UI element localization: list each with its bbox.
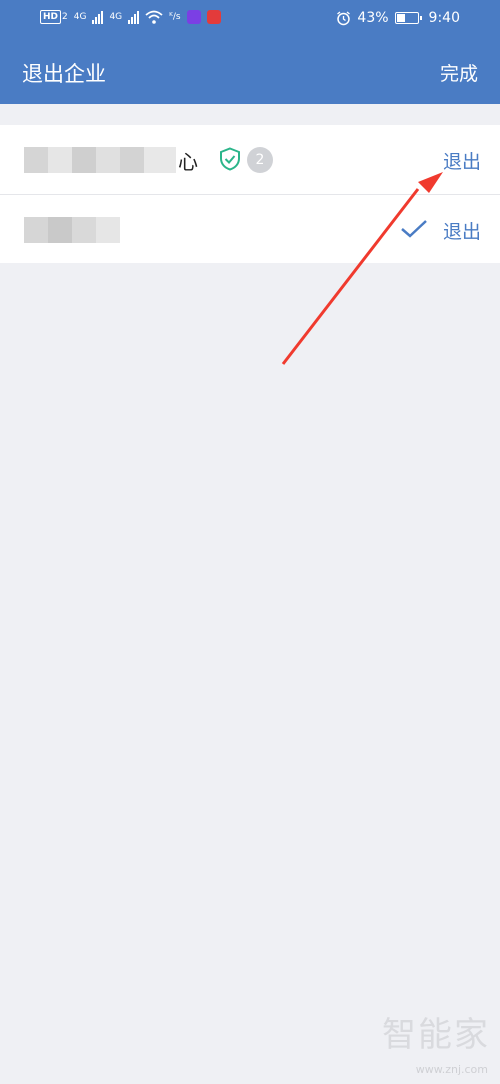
- signal-strength-icon: [92, 10, 104, 24]
- count-badge: 2: [247, 147, 273, 173]
- watermark-url: www.znj.com: [415, 1063, 488, 1076]
- status-bar: HD 2 4G 4G ᴷ/s 43% 9:40: [0, 0, 500, 38]
- video-app-icon: [186, 10, 201, 24]
- list-item: 退出: [0, 194, 500, 263]
- organization-name-suffix: 心: [178, 150, 198, 174]
- organization-list: 心 2 退出 退出: [0, 125, 500, 263]
- status-left-group: HD 2 4G 4G ᴷ/s: [40, 10, 221, 24]
- sim-slot-label: 2: [62, 12, 68, 22]
- list-item: 心 2 退出: [0, 125, 500, 194]
- hd-voice-icon: HD: [40, 10, 62, 24]
- app-header: 退出企业 完成: [0, 38, 500, 104]
- exit-organization-button[interactable]: 退出: [443, 147, 481, 174]
- done-button[interactable]: 完成: [440, 59, 478, 86]
- network-type-2: 4G: [109, 12, 123, 22]
- wifi-icon: [145, 10, 163, 24]
- page-title: 退出企业: [22, 62, 106, 86]
- status-right-group: 43% 9:40: [336, 10, 460, 26]
- redacted-organization-name: [24, 147, 176, 173]
- redacted-organization-name: [24, 217, 120, 243]
- watermark-logo: 智能家: [382, 1015, 490, 1055]
- verified-shield-icon: [220, 147, 240, 171]
- network-type-1: 4G: [73, 12, 87, 22]
- clock-time: 9:40: [428, 10, 460, 26]
- battery-percent: 43%: [357, 10, 389, 26]
- alarm-icon: [337, 10, 351, 25]
- exit-organization-button[interactable]: 退出: [443, 217, 481, 244]
- current-organization-check-icon: [401, 220, 427, 238]
- network-speed-label: ᴷ/s: [169, 12, 181, 22]
- reader-app-icon: [206, 10, 221, 24]
- signal-strength-icon-2: [128, 10, 140, 24]
- battery-icon: [394, 12, 422, 24]
